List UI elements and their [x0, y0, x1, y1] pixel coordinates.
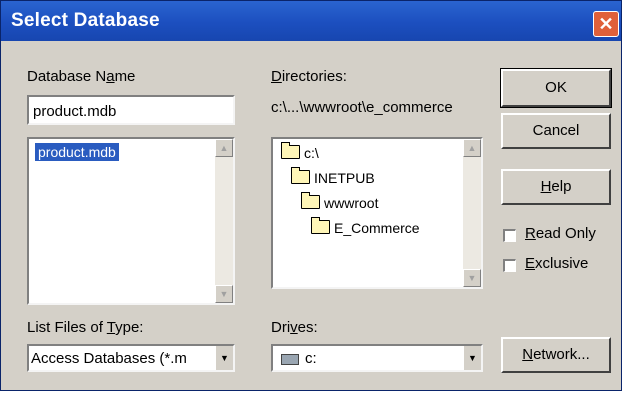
select-database-dialog: Select Database ✕ Database Name product.… — [0, 0, 622, 391]
cancel-button[interactable]: Cancel — [501, 113, 611, 149]
database-name-input[interactable]: product.mdb — [27, 95, 235, 125]
tree-item-wwwroot[interactable]: wwwroot — [301, 192, 378, 211]
folder-open-icon — [301, 192, 320, 209]
exclusive-label[interactable]: Exclusive — [525, 255, 588, 272]
tree-item-inetpub[interactable]: INETPUB — [291, 167, 375, 186]
network-button[interactable]: Network... — [501, 337, 611, 373]
drive-icon — [281, 354, 299, 365]
read-only-checkbox[interactable] — [503, 229, 516, 242]
folder-open-icon — [311, 217, 330, 234]
close-icon: ✕ — [598, 14, 614, 34]
scroll-down-icon[interactable]: ▼ — [463, 269, 481, 287]
tree-item-e-commerce[interactable]: E_Commerce — [311, 217, 420, 236]
current-directory-path: c:\...\wwwroot\e_commerce — [271, 99, 453, 116]
file-type-label: List Files of Type: — [27, 319, 144, 336]
database-file-list[interactable]: product.mdb ▲ ▼ — [27, 137, 235, 305]
dropdown-arrow-icon[interactable]: ▼ — [463, 346, 481, 370]
list-item[interactable]: product.mdb — [35, 143, 119, 161]
file-type-select[interactable]: Access Databases (*.m ▼ — [27, 344, 235, 372]
tree-item-c[interactable]: c:\ — [281, 142, 319, 161]
read-only-label[interactable]: Read Only — [525, 225, 596, 242]
file-type-value: Access Databases (*.m — [31, 350, 187, 367]
folder-open-icon — [291, 167, 310, 184]
directory-tree[interactable]: c:\ INETPUB wwwroot E_Commerce ▲ ▼ — [271, 137, 483, 289]
scroll-up-icon[interactable]: ▲ — [215, 139, 233, 157]
drives-label: Drives: — [271, 319, 318, 336]
database-name-label: Database Name — [27, 68, 136, 85]
directory-tree-scrollbar[interactable]: ▲ ▼ — [463, 139, 481, 287]
window-title: Select Database — [11, 10, 160, 31]
title-bar[interactable]: Select Database ✕ — [1, 1, 621, 41]
close-button[interactable]: ✕ — [593, 11, 619, 37]
directories-label: Directories: — [271, 68, 347, 85]
dropdown-arrow-icon[interactable]: ▼ — [215, 346, 233, 370]
scroll-up-icon[interactable]: ▲ — [463, 139, 481, 157]
exclusive-checkbox[interactable] — [503, 259, 516, 272]
ok-button[interactable]: OK — [500, 68, 612, 108]
help-button[interactable]: Help — [501, 169, 611, 205]
scroll-down-icon[interactable]: ▼ — [215, 285, 233, 303]
drives-select[interactable]: c: ▼ — [271, 344, 483, 372]
drives-value: c: — [305, 350, 317, 367]
folder-open-icon — [281, 142, 300, 159]
file-list-scrollbar[interactable]: ▲ ▼ — [215, 139, 233, 303]
